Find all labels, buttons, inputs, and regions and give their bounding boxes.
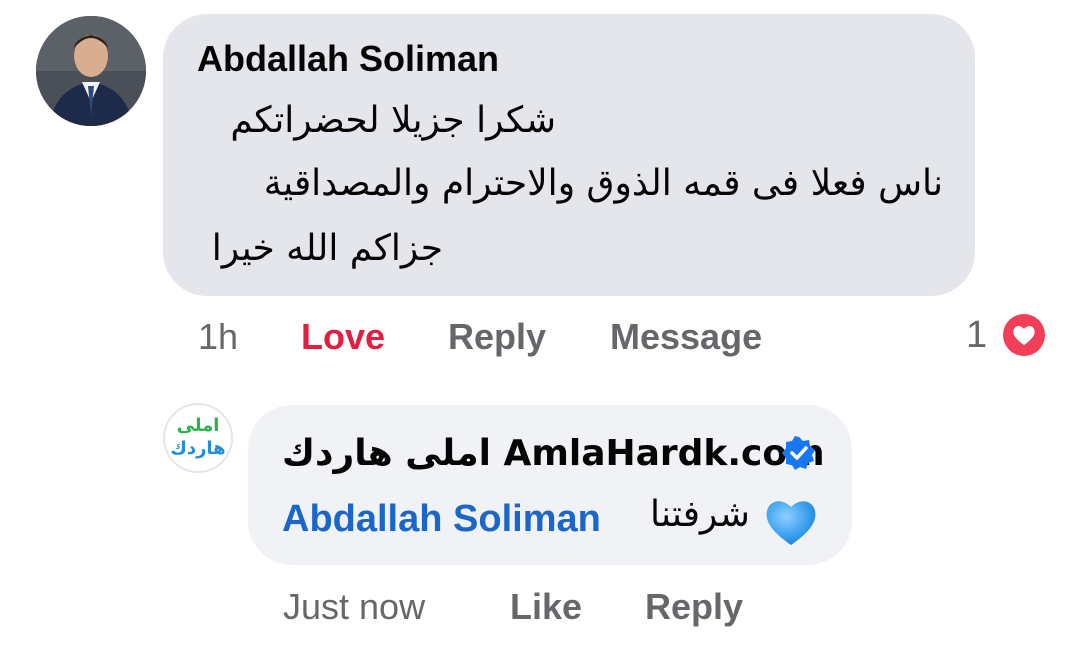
reply-bubble	[248, 405, 852, 565]
logo-text-top: املى	[176, 415, 220, 436]
reply-button-2[interactable]: Reply	[645, 586, 743, 628]
comment-thread: Abdallah Soliman شكرا جزيلا لحضراتكم ناس…	[0, 0, 1080, 656]
reply-timestamp[interactable]: Just now	[283, 586, 425, 628]
blue-heart-icon	[766, 501, 816, 545]
reaction-count[interactable]: 1	[966, 314, 987, 357]
love-button[interactable]: Love	[301, 316, 385, 358]
avatar[interactable]	[36, 16, 146, 126]
comment-text-line: جزاكم الله خيرا	[211, 228, 443, 269]
reply-text: شرفتنا	[650, 494, 750, 535]
reply-button[interactable]: Reply	[448, 316, 546, 358]
heart-icon[interactable]	[1000, 311, 1048, 359]
comment-author[interactable]: Abdallah Soliman	[197, 38, 499, 80]
comment-text-line: شكرا جزيلا لحضراتكم	[230, 100, 556, 141]
comment-text-line: ناس فعلا فى قمه الذوق والاحترام والمصداق…	[263, 163, 943, 204]
reply-author[interactable]: AmlaHardk.com املى هاردك	[282, 433, 825, 474]
comment-timestamp[interactable]: 1h	[198, 316, 238, 358]
logo-text-bottom: هاردك	[170, 438, 226, 459]
profile-photo	[36, 16, 146, 126]
verified-badge-icon	[782, 436, 815, 470]
mention-link[interactable]: Abdallah Soliman	[282, 498, 601, 541]
message-button[interactable]: Message	[610, 316, 762, 358]
like-button[interactable]: Like	[510, 586, 582, 628]
reply-avatar[interactable]: املى هاردك	[163, 403, 233, 473]
